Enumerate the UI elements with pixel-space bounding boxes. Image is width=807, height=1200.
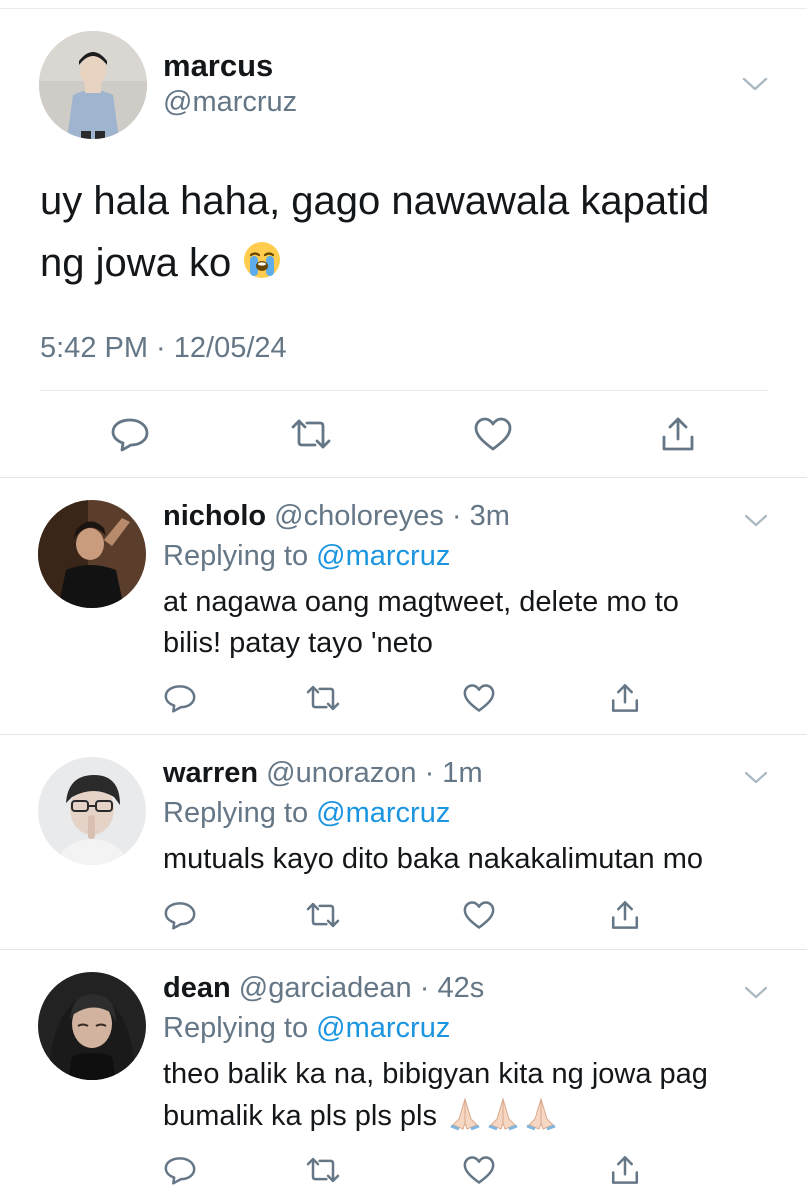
display-name[interactable]: dean — [163, 972, 231, 1004]
replying-to: Replying to @marcruz — [163, 797, 450, 830]
reply-icon[interactable] — [160, 897, 200, 933]
tweet-text-line-2: ng jowa ko — [40, 241, 232, 285]
avatar[interactable] — [39, 31, 147, 139]
reply-text-line: mutuals kayo dito baka nakakalimutan mo — [163, 843, 704, 875]
chevron-down-icon[interactable] — [740, 72, 770, 96]
chevron-down-icon[interactable] — [741, 510, 771, 532]
retweet-icon[interactable] — [289, 414, 333, 454]
avatar[interactable] — [38, 757, 146, 865]
avatar[interactable] — [38, 500, 146, 608]
replying-to-label: Replying to — [163, 1012, 309, 1044]
reply-text-line: bumalik ka pls pls pls — [163, 1095, 783, 1143]
tweet-text: uy hala haha, gago nawawala kapatid ng j… — [40, 170, 780, 298]
share-icon[interactable] — [656, 414, 700, 454]
tweet-text-line: ng jowa ko — [40, 232, 780, 298]
reply-text-line-2: bumalik ka pls pls pls — [163, 1100, 437, 1132]
reply-text-line: at nagawa oang magtweet, delete mo to — [163, 586, 679, 618]
mention-link[interactable]: @marcruz — [316, 797, 450, 829]
like-icon[interactable] — [459, 680, 499, 716]
tweet-text-line: uy hala haha, gago nawawala kapatid — [40, 179, 710, 223]
like-icon[interactable] — [459, 897, 499, 933]
reply-tweet: warren @unorazon · 1m Replying to @marcr… — [0, 737, 807, 949]
avatar[interactable] — [38, 972, 146, 1080]
like-icon[interactable] — [471, 414, 515, 454]
retweet-icon[interactable] — [303, 897, 343, 933]
reply-tweet: dean @garciadean · 42s Replying to @marc… — [0, 952, 807, 1200]
timestamp[interactable]: 5:42 PM · 12/05/24 — [40, 332, 287, 365]
reply-header: nicholo @choloreyes · 3m — [163, 500, 510, 533]
display-name[interactable]: nicholo — [163, 500, 266, 532]
display-name[interactable]: warren — [163, 757, 258, 789]
replying-to: Replying to @marcruz — [163, 1012, 450, 1045]
divider — [0, 477, 807, 478]
handle-and-time[interactable]: @garciadean · 42s — [239, 972, 484, 1004]
handle-and-time[interactable]: @unorazon · 1m — [266, 757, 482, 789]
like-icon[interactable] — [459, 1152, 499, 1188]
reply-header: dean @garciadean · 42s — [163, 972, 484, 1005]
loudly-crying-face-icon — [242, 236, 282, 298]
divider — [0, 734, 807, 735]
mention-link[interactable]: @marcruz — [316, 540, 450, 572]
reply-text-line: theo balik ka na, bibigyan kita ng jowa … — [163, 1058, 708, 1090]
reply-text-line: bilis! patay tayo 'neto — [163, 627, 433, 659]
handle-and-time[interactable]: @choloreyes · 3m — [274, 500, 510, 532]
reply-icon[interactable] — [160, 1152, 200, 1188]
reply-icon[interactable] — [160, 680, 200, 716]
chevron-down-icon[interactable] — [741, 982, 771, 1004]
divider — [40, 390, 768, 391]
replying-to-label: Replying to — [163, 540, 309, 572]
retweet-icon[interactable] — [303, 1152, 343, 1188]
retweet-icon[interactable] — [303, 680, 343, 716]
reply-text: theo balik ka na, bibigyan kita ng jowa … — [163, 1054, 783, 1143]
divider — [0, 949, 807, 950]
reply-header: warren @unorazon · 1m — [163, 757, 483, 790]
share-icon[interactable] — [605, 680, 645, 716]
reply-text: mutuals kayo dito baka nakakalimutan mo — [163, 839, 783, 880]
display-name[interactable]: marcus — [163, 48, 273, 84]
share-icon[interactable] — [605, 1152, 645, 1188]
mention-link[interactable]: @marcruz — [316, 1012, 450, 1044]
chevron-down-icon[interactable] — [741, 767, 771, 789]
folded-hands-icon — [447, 1095, 563, 1143]
share-icon[interactable] — [605, 897, 645, 933]
reply-tweet: nicholo @choloreyes · 3m Replying to @ma… — [0, 480, 807, 734]
replying-to-label: Replying to — [163, 797, 309, 829]
reply-icon[interactable] — [108, 414, 152, 454]
main-tweet: marcus @marcruz uy hala haha, gago nawaw… — [0, 0, 807, 478]
replying-to: Replying to @marcruz — [163, 540, 450, 573]
reply-text: at nagawa oang magtweet, delete mo to bi… — [163, 582, 783, 664]
handle[interactable]: @marcruz — [163, 86, 297, 119]
